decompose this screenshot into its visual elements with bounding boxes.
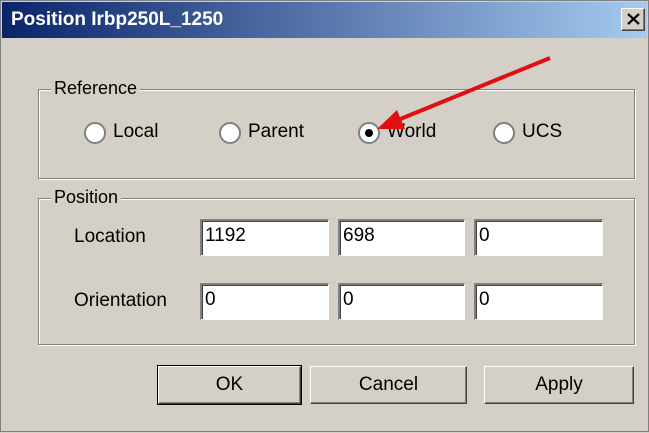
orientation-z-input[interactable]: 0: [474, 283, 603, 320]
orientation-y-input[interactable]: 0: [338, 283, 465, 320]
radio-world[interactable]: World: [358, 121, 458, 144]
window-title: Position Irbp250L_1250: [11, 9, 224, 30]
cancel-button[interactable]: Cancel: [310, 366, 467, 404]
location-label: Location: [74, 226, 146, 247]
radio-label-local: Local: [113, 121, 159, 142]
close-button[interactable]: [621, 8, 645, 31]
reference-group-label: Reference: [51, 78, 141, 99]
radio-label-ucs: UCS: [522, 121, 563, 142]
orientation-x-input[interactable]: 0: [200, 283, 329, 320]
ok-button[interactable]: OK: [157, 365, 302, 405]
title-bar[interactable]: Position Irbp250L_1250: [2, 2, 647, 38]
radio-label-world: World: [387, 121, 437, 142]
location-z-input[interactable]: 0: [474, 219, 603, 256]
radio-unselected-icon: [493, 122, 515, 144]
radio-label-parent: Parent: [248, 121, 304, 142]
location-y-input[interactable]: 698: [338, 219, 465, 256]
radio-unselected-icon: [84, 122, 106, 144]
radio-local[interactable]: Local: [84, 121, 184, 144]
position-dialog: Position Irbp250L_1250 Reference Local P…: [0, 0, 649, 432]
apply-button[interactable]: Apply: [484, 366, 634, 404]
radio-unselected-icon: [219, 122, 241, 144]
orientation-label: Orientation: [74, 290, 167, 311]
close-icon: [627, 13, 640, 25]
location-x-input[interactable]: 1192: [200, 219, 329, 256]
position-group-label: Position: [51, 187, 122, 208]
radio-selected-icon: [358, 122, 380, 144]
radio-parent[interactable]: Parent: [219, 121, 329, 144]
radio-ucs[interactable]: UCS: [493, 121, 583, 144]
